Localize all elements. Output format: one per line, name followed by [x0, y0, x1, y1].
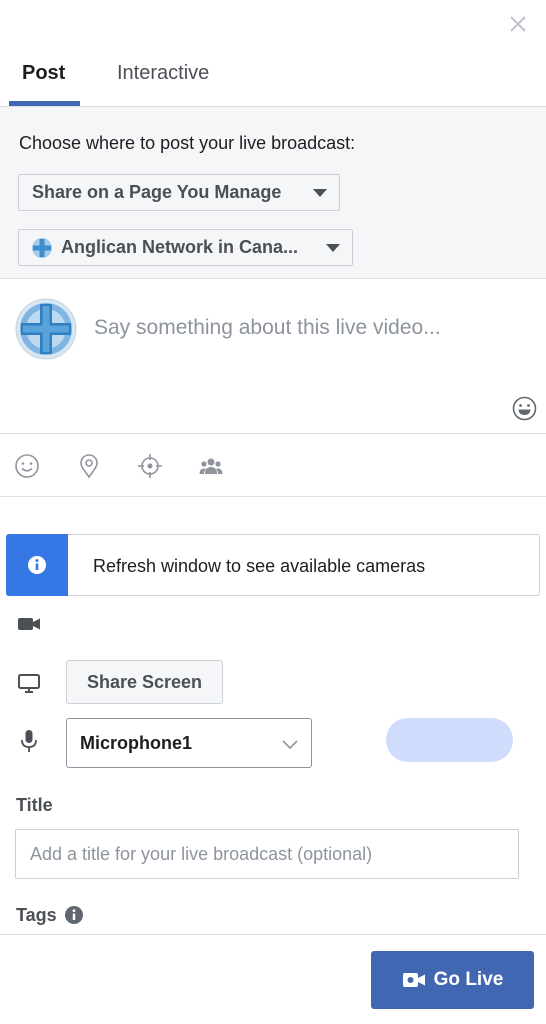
avatar — [15, 298, 77, 360]
notice-text: Refresh window to see available cameras — [93, 556, 426, 576]
notice-icon-box — [6, 534, 68, 596]
caret-down-icon — [326, 244, 340, 252]
go-live-label: Go Live — [433, 969, 504, 990]
go-live-camera-icon — [402, 973, 425, 987]
composer — [0, 280, 546, 434]
info-icon — [28, 556, 46, 574]
microphone-icon — [21, 730, 37, 752]
composer-input[interactable] — [94, 316, 514, 340]
page-select-value: Anglican Network in Cana... — [61, 237, 299, 257]
microphone-select-value: Microphone1 — [80, 732, 193, 753]
people-icon[interactable] — [198, 453, 224, 479]
share-target-value: Share on a Page You Manage — [32, 182, 282, 202]
camera-notice: Refresh window to see available cameras — [6, 534, 540, 596]
chevron-down-icon — [282, 740, 298, 750]
title-label: Title — [16, 795, 53, 815]
location-pin-icon[interactable] — [76, 453, 102, 479]
audio-level-indicator — [386, 718, 513, 762]
help-info-icon[interactable] — [64, 905, 84, 925]
tab-post[interactable]: Post — [22, 62, 65, 85]
tab-bar: Post Interactive — [0, 0, 546, 107]
caret-down-icon — [313, 189, 327, 197]
title-input[interactable] — [15, 829, 519, 879]
share-target-dropdown[interactable]: Share on a Page You Manage — [18, 174, 340, 211]
tab-interactive[interactable]: Interactive — [117, 62, 209, 85]
share-screen-button[interactable]: Share Screen — [66, 660, 223, 704]
feeling-icon[interactable] — [14, 453, 40, 479]
tags-label: Tags — [16, 905, 57, 925]
composer-actions — [0, 435, 546, 497]
video-camera-icon — [18, 618, 40, 630]
smiley-icon[interactable] — [512, 396, 537, 421]
monitor-icon — [18, 674, 40, 693]
post-target-section: Choose where to post your live broadcast… — [0, 107, 546, 279]
target-icon[interactable] — [137, 453, 163, 479]
microphone-select[interactable]: Microphone1 — [66, 718, 312, 768]
go-live-button[interactable]: Go Live — [371, 951, 534, 1009]
footer: Go Live — [0, 934, 546, 1024]
post-target-prompt: Choose where to post your live broadcast… — [19, 133, 356, 153]
page-logo-icon — [32, 237, 52, 258]
active-tab-indicator — [9, 101, 80, 106]
page-select-dropdown[interactable]: Anglican Network in Cana... — [18, 229, 353, 266]
